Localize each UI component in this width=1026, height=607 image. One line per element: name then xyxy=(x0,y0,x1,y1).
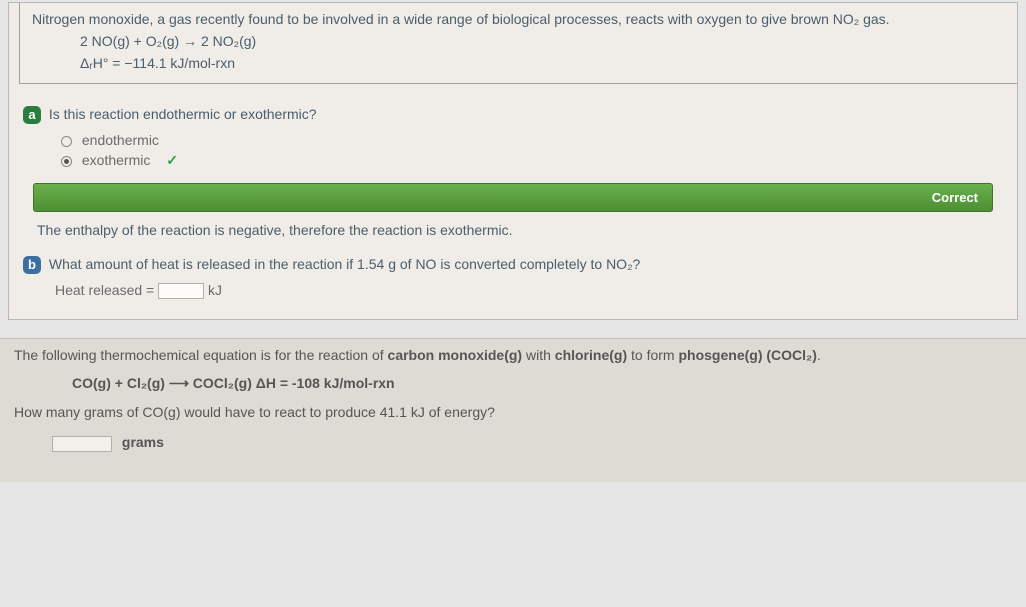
problem-intro-box: Nitrogen monoxide, a gas recently found … xyxy=(19,3,1017,84)
option-exothermic[interactable]: exothermic ✓ xyxy=(61,152,1003,169)
heat-released-line: Heat released = kJ xyxy=(55,282,989,299)
grams-unit: grams xyxy=(122,434,164,450)
heat-input[interactable] xyxy=(158,283,204,299)
t: The following thermochemical equation is… xyxy=(14,347,388,363)
radio-icon xyxy=(61,136,72,147)
problem2-intro: The following thermochemical equation is… xyxy=(14,347,1012,363)
heat-unit: kJ xyxy=(208,282,222,298)
intro-text: Nitrogen monoxide, a gas recently found … xyxy=(32,11,1005,27)
explanation-text: The enthalpy of the reaction is negative… xyxy=(37,222,989,238)
correct-feedback-bar: Correct xyxy=(33,183,993,212)
reaction-equation: 2 NO(g) + O₂(g) → 2 NO₂(g) xyxy=(80,33,1005,49)
t: with xyxy=(522,347,555,363)
check-icon: ✓ xyxy=(166,152,178,168)
badge-a: a xyxy=(23,106,41,124)
radio-icon-selected xyxy=(61,156,72,167)
eq-text: CO(g) + Cl₂(g) ⟶ COCl₂(g) ΔH = -108 kJ/m… xyxy=(72,375,395,391)
part-b-question: b What amount of heat is released in the… xyxy=(23,256,1003,274)
problem2-equation: CO(g) + Cl₂(g) ⟶ COCl₂(g) ΔH = -108 kJ/m… xyxy=(72,375,1012,392)
t-bold: phosgene(g) (COCl₂) xyxy=(678,347,816,363)
option-label: endothermic xyxy=(82,132,159,148)
delta-h: ΔᵣH° = −114.1 kJ/mol-rxn xyxy=(80,55,1005,71)
t: to form xyxy=(627,347,678,363)
option-endothermic[interactable]: endothermic xyxy=(61,132,1003,148)
problem-2: The following thermochemical equation is… xyxy=(0,338,1026,481)
grams-answer-line: grams xyxy=(52,434,1012,451)
t: . xyxy=(817,347,821,363)
problem2-question: How many grams of CO(g) would have to re… xyxy=(14,404,1012,420)
grams-input[interactable] xyxy=(52,436,112,452)
t-bold: carbon monoxide(g) xyxy=(388,347,523,363)
part-a: a Is this reaction endothermic or exothe… xyxy=(9,84,1017,319)
correct-label: Correct xyxy=(932,190,978,205)
heat-label: Heat released = xyxy=(55,282,154,298)
badge-b: b xyxy=(23,256,41,274)
question-a-text: Is this reaction endothermic or exotherm… xyxy=(49,106,317,122)
t-bold: chlorine(g) xyxy=(555,347,627,363)
option-label: exothermic xyxy=(82,152,150,168)
question-b-text: What amount of heat is released in the r… xyxy=(49,256,640,272)
problem-1: Nitrogen monoxide, a gas recently found … xyxy=(8,2,1018,320)
part-a-question: a Is this reaction endothermic or exothe… xyxy=(23,106,1003,124)
